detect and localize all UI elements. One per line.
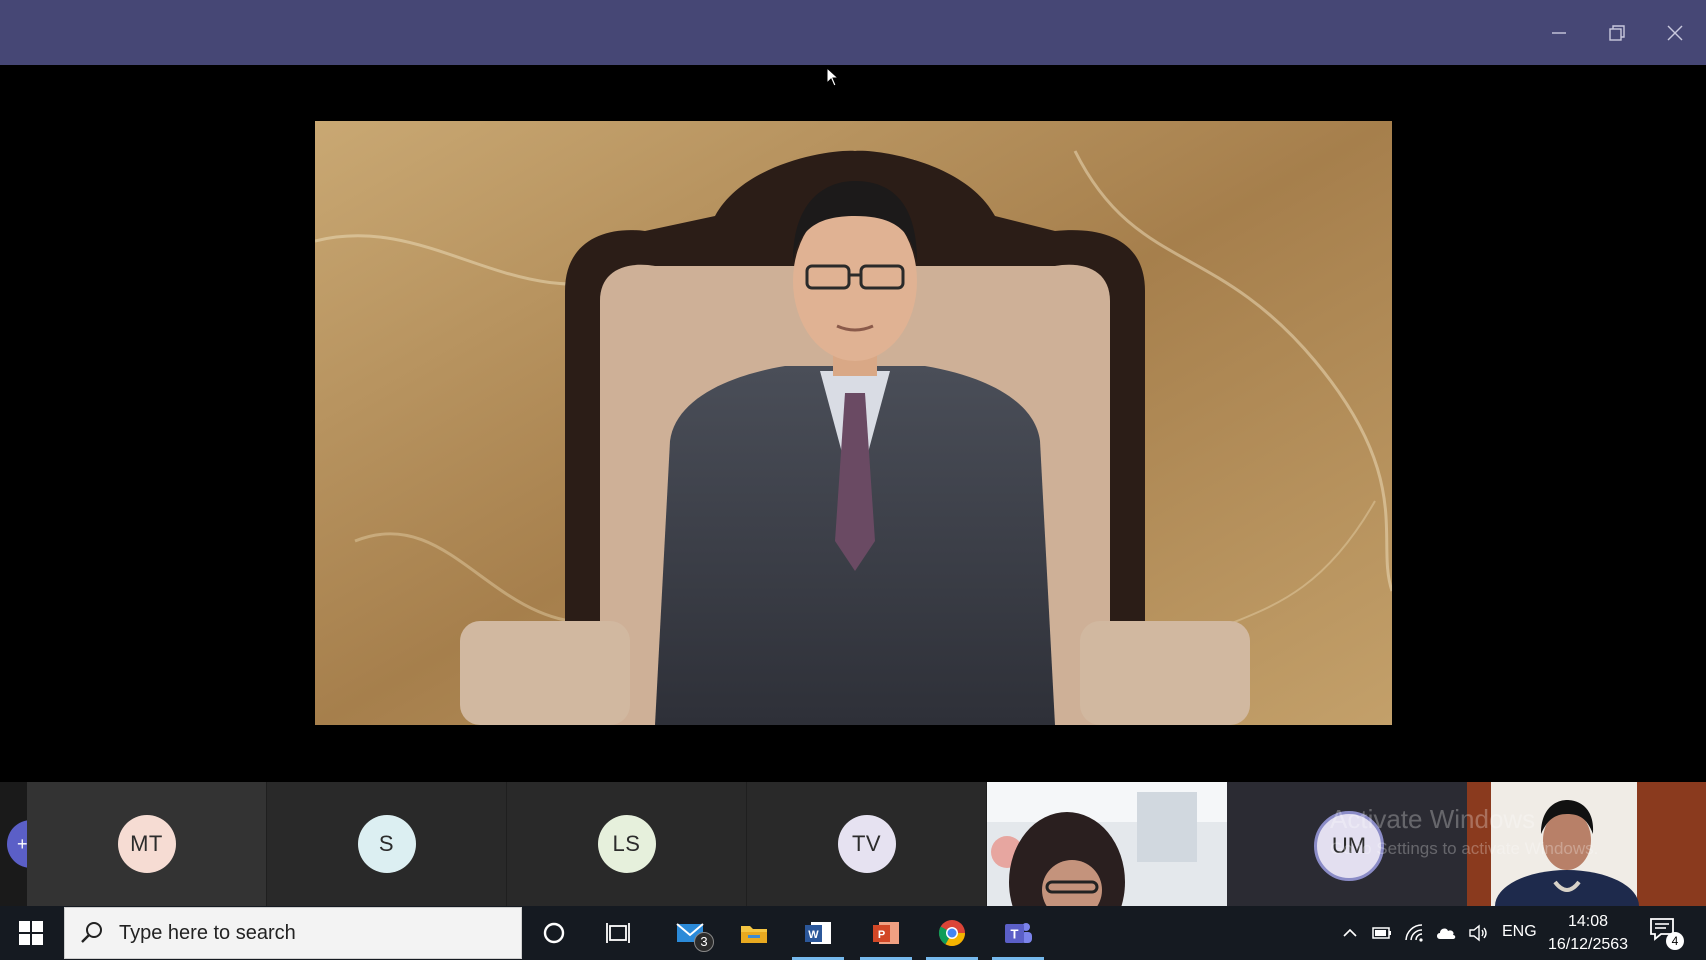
svg-text:P: P (878, 929, 885, 941)
participant-gallery: + MT S LS TV UM (0, 782, 1706, 906)
chrome-icon (938, 920, 966, 947)
participant-tile[interactable]: S (267, 782, 507, 906)
mail-unread-badge: 3 (694, 932, 714, 952)
avatar: S (357, 815, 416, 873)
notification-count-badge: 4 (1666, 932, 1684, 950)
mouse-cursor-icon (826, 67, 840, 87)
file-explorer-icon (741, 926, 767, 943)
word-icon: W (805, 922, 831, 944)
avatar: LS (597, 815, 656, 873)
restore-icon (1609, 24, 1625, 41)
powerpoint-app-button[interactable]: P (854, 906, 918, 960)
self-view-video (1467, 782, 1706, 906)
close-icon (1667, 25, 1683, 40)
action-center-button[interactable]: 4 (1648, 915, 1684, 951)
chevron-up-icon (1343, 928, 1357, 937)
show-hidden-icons-button[interactable] (1338, 921, 1362, 945)
chrome-app-button[interactable] (920, 906, 984, 960)
taskbar-clock[interactable]: 14:08 16/12/2563 (1538, 910, 1638, 956)
svg-text:T: T (1011, 927, 1019, 942)
avatar: UM (1314, 811, 1384, 881)
participant-tile[interactable]: LS (507, 782, 747, 906)
word-app-button[interactable]: W (786, 906, 850, 960)
minimize-icon (1552, 31, 1566, 34)
gallery-scroll-edge[interactable]: + (0, 782, 27, 906)
battery-icon (1372, 927, 1391, 939)
restore-button[interactable] (1588, 0, 1646, 65)
powerpoint-icon: P (873, 922, 899, 944)
task-view-button[interactable] (586, 906, 650, 960)
windows-taskbar: 3 W P T ENG (0, 906, 1706, 960)
participant-tile[interactable]: TV (747, 782, 987, 906)
active-speaker-tile[interactable]: UM (1227, 782, 1467, 906)
task-view-icon (606, 923, 630, 943)
file-explorer-button[interactable] (722, 906, 786, 960)
speaker-volume-icon (1469, 924, 1487, 942)
clock-date: 16/12/2563 (1547, 936, 1629, 953)
avatar: TV (837, 815, 896, 873)
teams-app-button[interactable]: T (986, 906, 1050, 960)
start-button[interactable] (0, 906, 62, 960)
participant-tile[interactable]: MT (27, 782, 267, 906)
mail-app-button[interactable]: 3 (658, 906, 722, 960)
self-view-video-tile[interactable] (1467, 782, 1706, 906)
taskbar-search-box[interactable] (64, 907, 522, 959)
minimize-button[interactable] (1530, 0, 1588, 65)
onedrive-button[interactable] (1434, 921, 1458, 945)
teams-icon: T (1005, 923, 1032, 943)
avatar: MT (117, 815, 176, 873)
close-button[interactable] (1646, 0, 1704, 65)
clock-time: 14:08 (1567, 913, 1609, 930)
teams-meeting-window: + MT S LS TV UM Activate Windows Go to S… (0, 0, 1706, 960)
cortana-button[interactable] (522, 906, 586, 960)
gallery-previous-icon: + (7, 820, 27, 868)
network-button[interactable] (1402, 921, 1426, 945)
cloud-icon (1437, 928, 1456, 939)
windows-logo-icon (19, 921, 43, 945)
main-participant-video[interactable] (315, 121, 1392, 725)
svg-text:W: W (808, 929, 819, 941)
search-input[interactable] (119, 921, 499, 945)
cortana-icon (543, 922, 565, 944)
search-icon (81, 922, 102, 943)
input-language-indicator[interactable]: ENG (1502, 923, 1537, 941)
speaker-video-frame (315, 121, 1392, 725)
participant-video (987, 782, 1227, 906)
wifi-icon (1405, 924, 1423, 942)
battery-button[interactable] (1370, 921, 1394, 945)
title-bar (0, 0, 1706, 65)
participant-video-tile[interactable] (987, 782, 1227, 906)
volume-button[interactable] (1466, 921, 1490, 945)
